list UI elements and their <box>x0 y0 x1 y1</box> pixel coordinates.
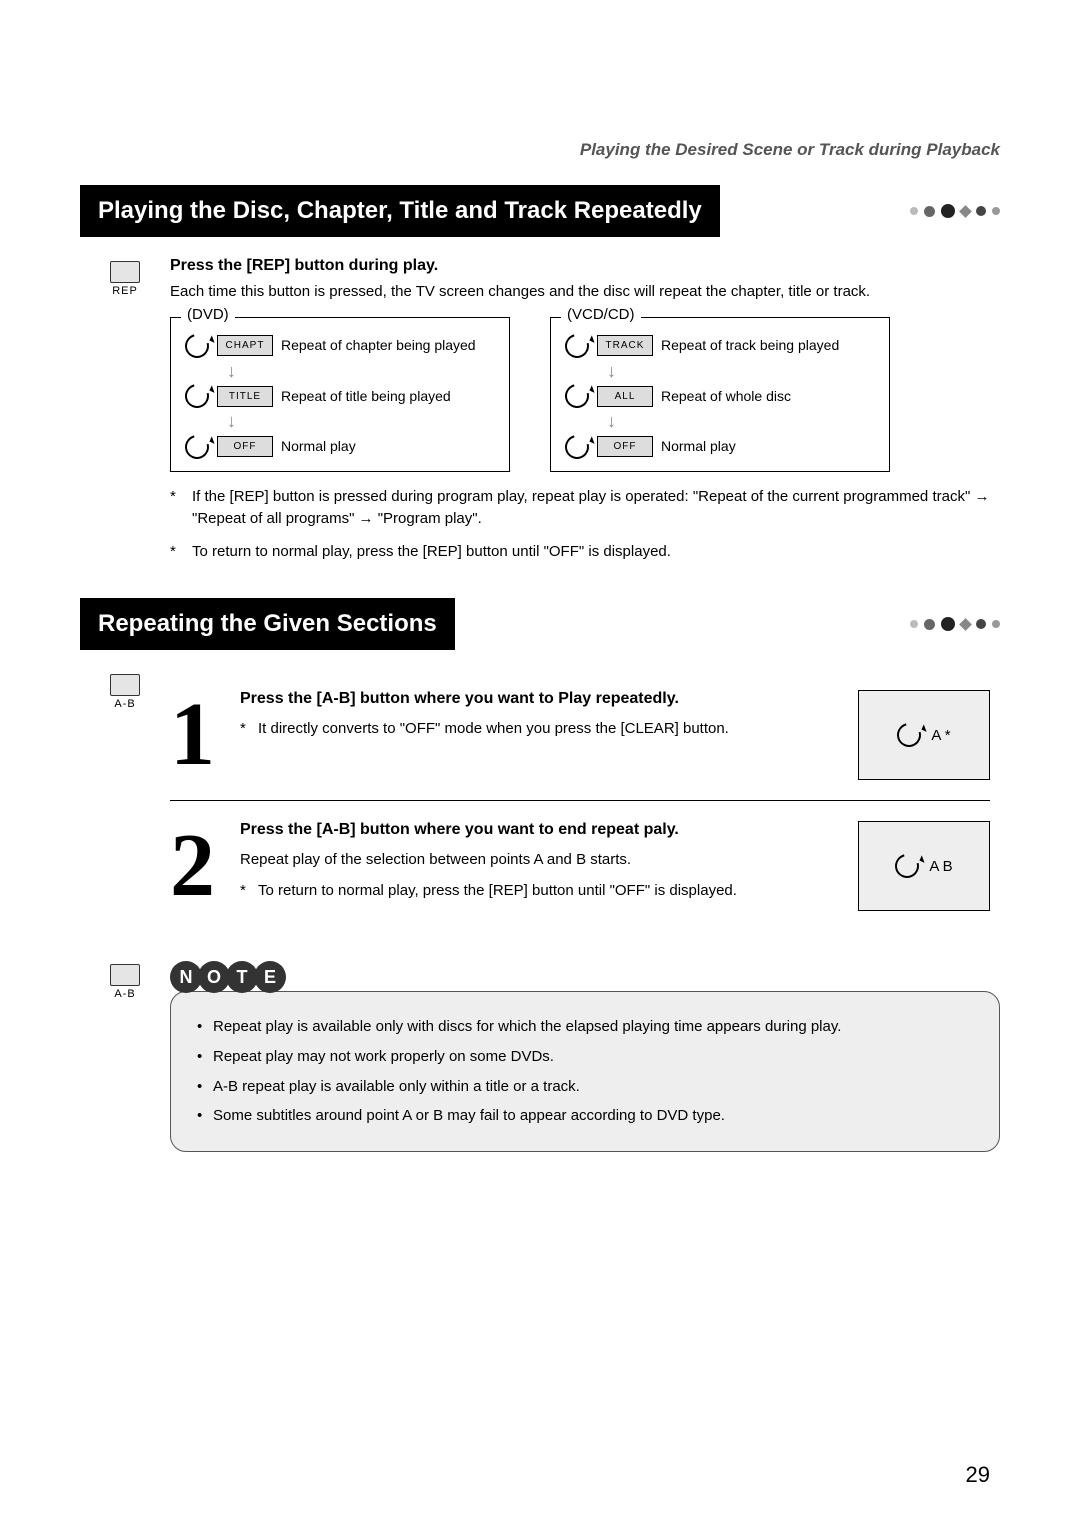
step-number: 1 <box>170 690 240 780</box>
desc-all: Repeat of whole disc <box>661 388 791 405</box>
screen-indicator-ab: A B <box>858 821 990 911</box>
section2-main: 1 Press the [A-B] button where you want … <box>170 670 1000 931</box>
note-box: Repeat play is available only with discs… <box>170 991 1000 1152</box>
dvd-flow-title: (DVD) <box>181 306 235 323</box>
repeat-icon <box>893 719 926 752</box>
repeat-icon <box>561 329 594 362</box>
ab-button-illustration-2: A-B <box>95 960 155 1000</box>
step-2: 2 Press the [A-B] button where you want … <box>170 801 990 931</box>
dot-decoration <box>910 204 1000 218</box>
section1-heading: Press the [REP] button during play. <box>170 257 990 275</box>
vcd-flow: (VCD/CD) TRACKRepeat of track being play… <box>550 317 890 472</box>
list-item: Repeat play may not work properly on som… <box>197 1046 973 1068</box>
breadcrumb: Playing the Desired Scene or Track durin… <box>80 140 1000 160</box>
arrow-down-icon: ↓ <box>607 364 875 378</box>
section2-title: Repeating the Given Sections <box>80 598 455 650</box>
list-item: Repeat play is available only with discs… <box>197 1016 973 1038</box>
arrow-down-icon: ↓ <box>227 414 495 428</box>
step-1: 1 Press the [A-B] button where you want … <box>170 670 990 801</box>
dvd-flow: (DVD) CHAPTRepeat of chapter being playe… <box>170 317 510 472</box>
section1-notes: If the [REP] button is pressed during pr… <box>170 486 990 564</box>
desc-off-vcd: Normal play <box>661 438 736 455</box>
chip-track: TRACK <box>597 335 653 356</box>
chip-off-dvd: OFF <box>217 436 273 457</box>
repeat-icon <box>891 850 924 883</box>
step2-body: Repeat play of the selection between poi… <box>240 849 858 872</box>
step1-sub: It directly converts to "OFF" mode when … <box>240 718 858 741</box>
repeat-icon <box>181 380 214 413</box>
list-item: A-B repeat play is available only within… <box>197 1076 973 1098</box>
chip-chapt: CHAPT <box>217 335 273 356</box>
section1-explain: Each time this button is pressed, the TV… <box>170 281 990 303</box>
remote-button-icon <box>110 674 140 696</box>
remote-button-icon <box>110 964 140 986</box>
screen-indicator-a: A * <box>858 690 990 780</box>
dot-decoration <box>910 617 1000 631</box>
repeat-icon <box>561 430 594 463</box>
list-item: To return to normal play, press the [REP… <box>170 541 990 564</box>
rep-button-illustration: REP <box>80 257 170 573</box>
section1-title: Playing the Disc, Chapter, Title and Tra… <box>80 185 720 237</box>
step2-heading: Press the [A-B] button where you want to… <box>240 821 858 839</box>
chip-all: ALL <box>597 386 653 407</box>
page-number: 29 <box>966 1462 990 1488</box>
arrow-down-icon: ↓ <box>607 414 875 428</box>
chip-off-vcd: OFF <box>597 436 653 457</box>
list-item: If the [REP] button is pressed during pr… <box>170 486 990 531</box>
remote-button-label: REP <box>80 285 170 297</box>
step2-sub: To return to normal play, press the [REP… <box>240 880 858 903</box>
desc-title: Repeat of title being played <box>281 388 451 405</box>
repeat-icon <box>181 329 214 362</box>
step-number: 2 <box>170 821 240 911</box>
chip-title: TITLE <box>217 386 273 407</box>
desc-off-dvd: Normal play <box>281 438 356 455</box>
indicator-text: A B <box>929 858 952 875</box>
section2-header: Repeating the Given Sections <box>80 598 1000 650</box>
repeat-flow-diagram: (DVD) CHAPTRepeat of chapter being playe… <box>170 317 990 472</box>
section1-header: Playing the Disc, Chapter, Title and Tra… <box>80 185 1000 237</box>
section2-body: A-B 1 Press the [A-B] button where you w… <box>80 670 1000 931</box>
remote-button-label: A-B <box>95 988 155 1000</box>
remote-button-label: A-B <box>80 698 170 710</box>
desc-track: Repeat of track being played <box>661 337 839 354</box>
note-letter: E <box>254 961 286 993</box>
arrow-down-icon: ↓ <box>227 364 495 378</box>
list-item: Some subtitles around point A or B may f… <box>197 1105 973 1127</box>
desc-chapt: Repeat of chapter being played <box>281 337 476 354</box>
remote-button-icon <box>110 261 140 283</box>
manual-page: Playing the Desired Scene or Track durin… <box>0 0 1080 1528</box>
vcd-flow-title: (VCD/CD) <box>561 306 641 323</box>
section1-main: Press the [REP] button during play. Each… <box>170 257 1000 573</box>
ab-button-illustration: A-B <box>80 670 170 931</box>
note-header: N O T E <box>170 961 1000 993</box>
repeat-icon <box>181 430 214 463</box>
section1-body: REP Press the [REP] button during play. … <box>80 257 1000 573</box>
repeat-icon <box>561 380 594 413</box>
indicator-text: A * <box>931 727 950 744</box>
step1-heading: Press the [A-B] button where you want to… <box>240 690 858 708</box>
